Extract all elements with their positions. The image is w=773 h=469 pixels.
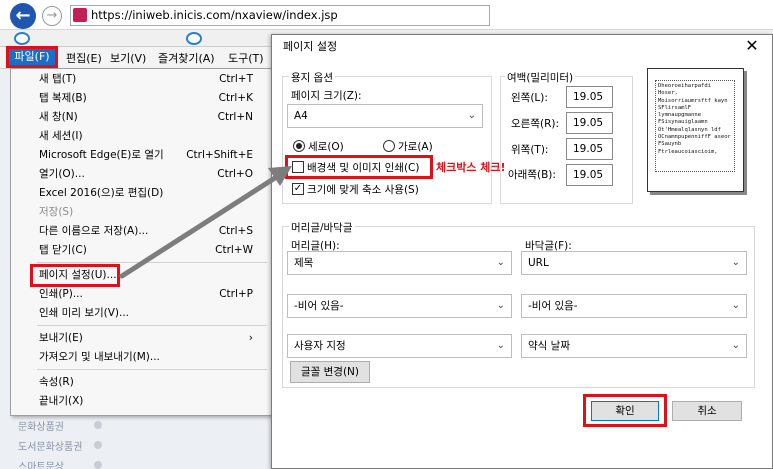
header-select-1[interactable]: 제목 ⌄ — [287, 251, 512, 275]
header-select-3[interactable]: 사용자 지정 ⌄ — [287, 334, 512, 358]
footer-select-2[interactable]: -비어 있음- ⌄ — [521, 294, 747, 318]
landscape-radio[interactable] — [383, 140, 395, 152]
margin-bottom-label: 아래쪽(B): — [508, 169, 556, 181]
menu-separator — [37, 262, 267, 263]
margin-bottom-input[interactable]: 19.05 — [566, 164, 613, 186]
highlight-box-page-setup — [30, 264, 120, 287]
url-input[interactable]: https://iniweb.inicis.com/nxaview/index.… — [70, 5, 490, 26]
highlight-box-checkbox — [285, 155, 433, 179]
margin-right-input[interactable]: 19.05 — [566, 112, 613, 134]
highlight-box-ok — [583, 394, 667, 427]
menu-item-new-session[interactable]: 새 세션(I) — [11, 127, 271, 146]
margins-label: 여백(밀리미터) — [505, 70, 576, 85]
menu-item-open[interactable]: 열기(O)... Ctrl+O — [11, 165, 271, 184]
sidebar-item: 도서문화상품권 — [18, 442, 83, 453]
footer-select-1[interactable]: URL ⌄ — [521, 251, 747, 275]
margin-top-input[interactable]: 19.05 — [566, 138, 613, 160]
shrink-to-fit-checkbox[interactable]: ✓ — [292, 183, 304, 195]
chevron-right-icon: › — [248, 332, 253, 344]
menu-item-close-tab[interactable]: 탭 닫기(C) Ctrl+W — [11, 241, 271, 260]
menu-item-duplicate-tab[interactable]: 탭 복제(B) Ctrl+K — [11, 89, 271, 108]
sidebar-item: 문화상품권 — [18, 422, 64, 433]
menu-item-import-export[interactable]: 가져오기 및 내보내기(M)... — [11, 348, 271, 367]
footer-select-3[interactable]: 약식 날짜 ⌄ — [521, 334, 747, 358]
menu-view[interactable]: 보기(V) — [110, 50, 146, 67]
annotation-text: 체크박스 체크! — [436, 161, 506, 174]
site-favicon-icon — [73, 8, 87, 22]
chevron-down-icon: ⌄ — [731, 300, 740, 311]
margin-left-input[interactable]: 19.05 — [566, 86, 613, 108]
dialog-title: 페이지 설정 — [283, 40, 338, 53]
menu-favorites[interactable]: 즐겨찾기(A) — [158, 50, 215, 67]
menu-item-open-in-edge[interactable]: Microsoft Edge(E)로 열기 Ctrl+Shift+E — [11, 146, 271, 165]
file-menu: 새 탭(T) Ctrl+T 탭 복제(B) Ctrl+K 새 창(N) Ctrl+N … — [10, 68, 272, 416]
bullet-dot-icon — [94, 461, 102, 469]
forward-arrow-icon[interactable]: → — [42, 6, 62, 26]
chevron-down-icon: ⌄ — [731, 340, 740, 351]
shrink-to-fit-label: 크기에 맞게 축소 사용(S) — [307, 184, 419, 196]
margin-right-label: 오른쪽(R): — [511, 118, 560, 130]
change-font-button[interactable]: 글꼴 변경(N) — [290, 361, 370, 383]
chevron-down-icon: ⌄ — [496, 340, 505, 351]
page-size-label: 페이지 크기(Z): — [291, 90, 362, 102]
paper-options-label: 용지 옵션 — [289, 70, 335, 85]
menu-item-exit[interactable]: 끝내기(X) — [11, 392, 271, 411]
header-select-2[interactable]: -비어 있음- ⌄ — [287, 294, 512, 318]
menu-item-save: 저장(S) — [39, 206, 74, 218]
back-arrow-icon[interactable]: ← — [10, 3, 36, 29]
margin-top-label: 위쪽(T): — [511, 144, 549, 156]
chevron-down-icon: ⌄ — [467, 110, 476, 121]
menu-item-save-as[interactable]: 다른 이름으로 저장(A)... Ctrl+S — [11, 222, 271, 241]
chevron-down-icon: ⌄ — [496, 257, 505, 268]
menu-item-new-tab[interactable]: 새 탭(T) Ctrl+T — [11, 70, 271, 89]
portrait-radio[interactable] — [293, 140, 305, 152]
page-preview-text: Dheoroeiharpafdi Hoser, Moisorriaumrsftf… — [655, 80, 735, 172]
landscape-label: 가로(A) — [398, 141, 433, 153]
menu-item-edit-excel[interactable]: Excel 2016(으)로 편집(D) — [11, 184, 271, 203]
menu-item-properties[interactable]: 속성(R) — [11, 373, 271, 392]
chevron-down-icon: ⌄ — [731, 257, 740, 268]
menu-item-print[interactable]: 인쇄(P)... Ctrl+P — [11, 285, 271, 304]
menu-edit[interactable]: 편집(E) — [66, 50, 102, 67]
menu-separator — [37, 325, 267, 326]
header-footer-label: 머리글/바닥글 — [289, 220, 355, 235]
bullet-dot-icon — [94, 441, 102, 449]
menu-tools[interactable]: 도구(T) — [228, 50, 264, 67]
margin-left-label: 왼쪽(L): — [511, 92, 548, 104]
menu-item-new-window[interactable]: 새 창(N) Ctrl+N — [11, 108, 271, 127]
portrait-label: 세로(O) — [308, 141, 344, 153]
ie-tab-icon[interactable] — [186, 32, 202, 45]
menu-item-send[interactable]: 보내기(E) › — [11, 329, 271, 348]
menu-separator — [37, 369, 267, 370]
cancel-button[interactable]: 취소 — [672, 401, 742, 421]
bullet-dot-icon — [94, 421, 102, 429]
sidebar-item: 스마트문상 — [18, 462, 64, 469]
close-icon[interactable]: ✕ — [745, 36, 759, 55]
page-size-select[interactable]: A4 ⌄ — [287, 104, 483, 128]
menu-item-print-preview[interactable]: 인쇄 미리 보기(V)... — [11, 304, 271, 323]
ie-tab-icon[interactable] — [14, 32, 30, 45]
menu-file[interactable]: 파일(F) — [6, 46, 58, 68]
chevron-down-icon: ⌄ — [496, 300, 505, 311]
